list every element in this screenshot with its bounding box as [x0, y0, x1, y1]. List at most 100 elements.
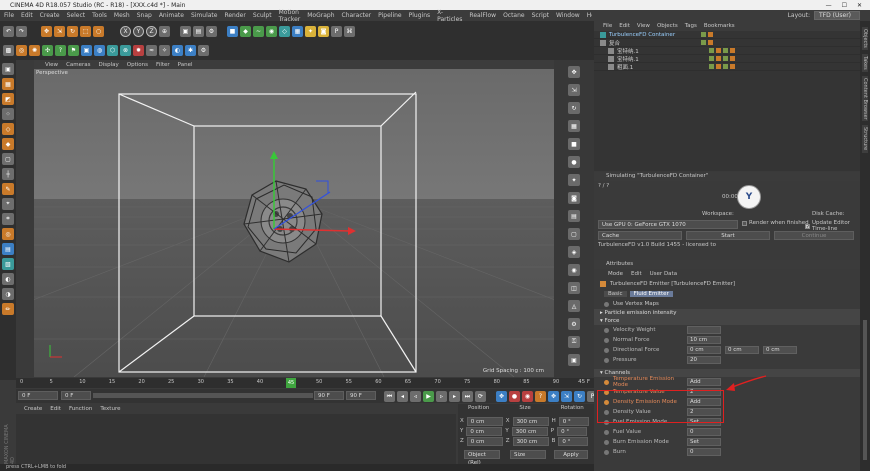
object-menu-view[interactable]: View: [637, 23, 650, 29]
prev-key-icon[interactable]: ◂: [397, 391, 408, 402]
tag-icon[interactable]: [723, 48, 728, 53]
view-config-icon[interactable]: ⚙: [568, 318, 580, 330]
channel-value[interactable]: Set: [687, 438, 721, 446]
channel-value[interactable]: Add: [687, 378, 721, 386]
x-axis-icon[interactable]: X: [120, 25, 131, 37]
maximize-icon[interactable]: ☐: [842, 2, 847, 9]
cache-dropdown[interactable]: Cache: [598, 231, 682, 240]
redo-icon[interactable]: ↷: [16, 25, 27, 37]
workplane-mode-icon[interactable]: ▧: [2, 258, 14, 270]
coordinate-system-icon[interactable]: ⊕: [159, 25, 170, 37]
force-value[interactable]: 10 cm: [687, 336, 721, 344]
size-field[interactable]: 300 cm: [512, 416, 549, 426]
material-menu-edit[interactable]: Edit: [50, 406, 61, 412]
play-icon[interactable]: ▶: [423, 391, 434, 402]
viewport-menu-panel[interactable]: Panel: [178, 62, 193, 68]
points-mode-icon[interactable]: ⁘: [2, 108, 14, 120]
material-menu-function[interactable]: Function: [69, 406, 92, 412]
channel-value[interactable]: 0: [687, 448, 721, 456]
menu-realflow[interactable]: RealFlow: [469, 12, 496, 19]
xp-explosia-icon[interactable]: ✱: [185, 45, 196, 56]
camera-icon[interactable]: ◙: [318, 25, 329, 37]
gpu-dropdown[interactable]: Use GPU 0: GeForce GTX 1070: [598, 220, 738, 229]
view-sphere-icon[interactable]: ●: [568, 156, 580, 168]
size-mode-dropdown[interactable]: Size: [510, 450, 546, 459]
loop-icon[interactable]: ⟳: [475, 391, 486, 402]
tag-icon[interactable]: [708, 32, 713, 37]
script-icon[interactable]: ⌘: [344, 25, 355, 37]
xp-domain-icon[interactable]: ⬡: [107, 45, 118, 56]
side-tab-structure[interactable]: Structure: [862, 125, 868, 153]
start-button[interactable]: Start: [686, 231, 770, 240]
spline-icon[interactable]: ~: [253, 25, 264, 37]
view-lock-icon[interactable]: ⚿: [568, 336, 580, 348]
tag-icon[interactable]: [716, 48, 721, 53]
viewport-menu-options[interactable]: Options: [127, 62, 148, 68]
position-field[interactable]: 0 cm: [466, 416, 503, 426]
record-icon[interactable]: ●: [509, 391, 520, 402]
stereo-icon[interactable]: ◑: [2, 288, 14, 300]
view-rotate-icon[interactable]: ↻: [568, 102, 580, 114]
object-menu-tags[interactable]: Tags: [685, 23, 697, 29]
menu-window[interactable]: Window: [556, 12, 580, 19]
xp-fire-icon[interactable]: ✹: [133, 45, 144, 56]
tag-icon[interactable]: [701, 40, 706, 45]
tag-icon[interactable]: [709, 48, 714, 53]
side-tab-objects[interactable]: Objects: [862, 27, 868, 50]
keyframe-selection-icon[interactable]: ?: [535, 391, 546, 402]
coord-mode-dropdown[interactable]: Object (Rel): [464, 450, 500, 466]
side-tab-content-browser[interactable]: Content Browser: [862, 75, 868, 122]
rotation-field[interactable]: 0 °: [557, 426, 588, 436]
preview-max-field[interactable]: 90 F: [314, 391, 344, 400]
light-icon[interactable]: ✦: [305, 25, 316, 37]
rotate-tool-icon[interactable]: ↻: [67, 25, 78, 37]
xp-system-icon[interactable]: ▩: [3, 45, 14, 56]
material-menu-texture[interactable]: Texture: [100, 406, 120, 412]
scale-key-icon[interactable]: ⇲: [561, 391, 572, 402]
view-light-icon[interactable]: ✦: [568, 174, 580, 186]
xp-emitter-icon[interactable]: ◎: [16, 45, 27, 56]
live-select-icon[interactable]: ○: [93, 25, 104, 37]
viewport-menu-display[interactable]: Display: [99, 62, 119, 68]
tag-icon[interactable]: [701, 32, 706, 37]
render-when-finished-checkbox[interactable]: [742, 220, 747, 226]
menu-tools[interactable]: Tools: [92, 12, 107, 19]
xp-generator-icon[interactable]: ✺: [29, 45, 40, 56]
scene-icon[interactable]: ▦: [292, 25, 303, 37]
viewport-menu-cameras[interactable]: Cameras: [66, 62, 90, 68]
menu-script[interactable]: Script: [532, 12, 549, 19]
next-key-icon[interactable]: ▸: [449, 391, 460, 402]
undo-icon[interactable]: ↶: [3, 25, 14, 37]
tag-icon[interactable]: [723, 64, 728, 69]
snap-icon[interactable]: ⌖: [2, 198, 14, 210]
object-menu-edit[interactable]: Edit: [619, 23, 630, 29]
view-move-icon[interactable]: ✥: [568, 66, 580, 78]
menu-select[interactable]: Select: [67, 12, 86, 19]
next-frame-icon[interactable]: ▹: [436, 391, 447, 402]
view-hud-icon[interactable]: ◉: [568, 264, 580, 276]
go-end-icon[interactable]: ⏭: [462, 391, 473, 402]
cube-view-icon[interactable]: ■: [568, 138, 580, 150]
grid-icon[interactable]: ▤: [2, 243, 14, 255]
tag-icon[interactable]: [708, 40, 713, 45]
autokey-icon[interactable]: ◉: [522, 391, 533, 402]
tab-basic[interactable]: Basic: [604, 291, 627, 297]
object-menu-objects[interactable]: Objects: [657, 23, 678, 29]
axis-mode-icon[interactable]: ┼: [2, 168, 14, 180]
apply-button[interactable]: Apply: [554, 450, 588, 459]
attributes-menu-mode[interactable]: Mode: [608, 271, 623, 277]
viewport-menu-filter[interactable]: Filter: [156, 62, 170, 68]
menu-edit[interactable]: Edit: [21, 12, 33, 19]
minimize-icon[interactable]: —: [826, 2, 832, 9]
side-tab-takes[interactable]: Takes: [862, 53, 868, 72]
render-settings-icon[interactable]: ⚙: [206, 25, 217, 37]
render-picture-icon[interactable]: ▤: [193, 25, 204, 37]
viewport-menu-view[interactable]: View: [45, 62, 58, 68]
menu-render[interactable]: Render: [224, 12, 245, 19]
menu-plugins[interactable]: Plugins: [409, 12, 431, 19]
tag-icon[interactable]: [709, 64, 714, 69]
move-tool-icon[interactable]: ✥: [41, 25, 52, 37]
view-extra-icon[interactable]: ◬: [568, 300, 580, 312]
menu-file[interactable]: File: [4, 12, 14, 19]
locked-workplane-icon[interactable]: ⌗: [2, 213, 14, 225]
